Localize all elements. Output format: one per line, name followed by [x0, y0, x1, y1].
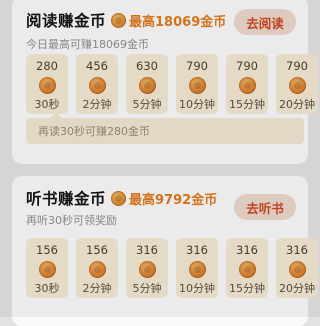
coin-icon	[138, 77, 156, 94]
reward-duration: 15分钟	[229, 282, 265, 295]
reward-tile[interactable]: 316 10分钟	[176, 238, 218, 298]
listening-title: 听书赚金币	[26, 190, 107, 208]
coin-icon	[38, 77, 56, 94]
reward-amount: 790	[186, 59, 208, 73]
reward-amount: 790	[286, 59, 308, 73]
coin-icon	[111, 190, 127, 206]
reward-duration: 5分钟	[132, 98, 162, 111]
reward-duration: 20分钟	[279, 98, 315, 111]
reward-amount: 316	[286, 243, 308, 257]
reward-duration: 30秒	[34, 98, 60, 111]
reward-tile[interactable]: 316 15分钟	[226, 238, 268, 298]
coin-icon	[138, 261, 156, 278]
listening-card: 听书赚金币 最高9792金币 再听30秒可领奖励 去听书 156 30秒 156…	[12, 176, 318, 326]
coin-icon	[238, 77, 256, 94]
reward-tile[interactable]: 280 30秒	[26, 54, 68, 114]
reward-amount: 156	[36, 243, 58, 257]
coin-icon	[111, 12, 127, 28]
reward-amount: 316	[136, 243, 158, 257]
reading-reward-tiles: 280 30秒 456 2分钟 630 5分钟 790 10分钟 790 15分…	[26, 54, 318, 114]
reading-subtitle: 今日最高可赚18069金币	[26, 38, 149, 51]
reward-duration: 15分钟	[229, 98, 265, 111]
listening-reward-tiles: 156 30秒 156 2分钟 316 5分钟 316 10分钟 316 15分…	[26, 238, 318, 298]
reward-tile[interactable]: 456 2分钟	[76, 54, 118, 114]
reward-duration: 30秒	[34, 282, 60, 295]
reading-card: 阅读赚金币 最高18069金币 今日最高可赚18069金币 去阅读 280 30…	[12, 0, 318, 164]
coin-icon	[238, 261, 256, 278]
go-listen-button[interactable]: 去听书	[234, 194, 296, 220]
reward-amount: 790	[236, 59, 258, 73]
reward-tile[interactable]: 316 5分钟	[126, 238, 168, 298]
reward-duration: 10分钟	[179, 98, 215, 111]
reward-amount: 630	[136, 59, 158, 73]
reading-title: 阅读赚金币	[26, 12, 107, 30]
coin-icon	[38, 261, 56, 278]
reward-amount: 456	[86, 59, 108, 73]
reward-amount: 156	[86, 243, 108, 257]
reward-duration: 2分钟	[82, 98, 112, 111]
listening-title-row: 听书赚金币 最高9792金币	[26, 186, 217, 210]
reward-tile[interactable]: 156 30秒	[26, 238, 68, 298]
go-read-button[interactable]: 去阅读	[234, 9, 296, 35]
reading-title-row: 阅读赚金币 最高18069金币	[26, 8, 226, 32]
reward-amount: 316	[236, 243, 258, 257]
reading-max-coins: 最高18069金币	[129, 14, 227, 30]
coin-icon	[288, 77, 306, 94]
reward-amount: 316	[186, 243, 208, 257]
reward-duration: 2分钟	[82, 282, 112, 295]
coin-icon	[88, 77, 106, 94]
reward-amount: 280	[36, 59, 58, 73]
coin-icon	[188, 261, 206, 278]
reward-tile[interactable]: 156 2分钟	[76, 238, 118, 298]
coin-icon	[88, 261, 106, 278]
reward-duration: 10分钟	[179, 282, 215, 295]
reward-tile[interactable]: 790 15分钟	[226, 54, 268, 114]
reward-tile[interactable]: 790 10分钟	[176, 54, 218, 114]
reward-tile[interactable]: 316 20分钟	[276, 238, 318, 298]
coin-icon	[288, 261, 306, 278]
coin-icon	[188, 77, 206, 94]
reward-duration: 20分钟	[279, 282, 315, 295]
reward-tile[interactable]: 630 5分钟	[126, 54, 168, 114]
listening-subtitle: 再听30秒可领奖励	[26, 214, 117, 227]
reward-tile[interactable]: 790 20分钟	[276, 54, 318, 114]
listening-max-coins: 最高9792金币	[129, 192, 218, 208]
reward-duration: 5分钟	[132, 282, 162, 295]
reading-tip-bubble: 再读30秒可赚280金币	[26, 112, 304, 144]
